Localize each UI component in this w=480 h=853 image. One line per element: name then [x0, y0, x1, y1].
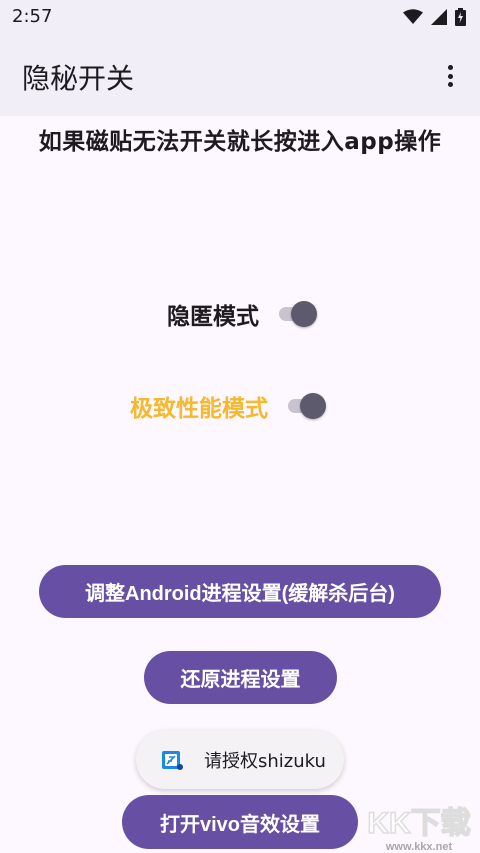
app-title: 隐秘开关: [22, 62, 135, 95]
cellular-signal-icon: [431, 8, 447, 25]
overflow-menu-icon[interactable]: [440, 63, 460, 89]
status-bar: 2:57: [0, 0, 480, 33]
restore-process-button[interactable]: 还原进程设置: [144, 651, 337, 704]
extreme-performance-switch[interactable]: [286, 393, 328, 419]
top-app-bar: 隐秘开关: [0, 33, 480, 116]
stealth-mode-label: 隐匿模式: [167, 304, 259, 330]
toggle-row-extreme-performance: 极致性能模式: [130, 389, 328, 423]
toggle-row-stealth-mode: 隐匿模式: [167, 297, 319, 331]
status-icons: [403, 7, 466, 26]
switch-thumb: [300, 393, 326, 419]
open-vivo-audio-button[interactable]: 打开vivo音效设置: [122, 795, 358, 849]
instruction-headline: 如果磁贴无法开关就长按进入app操作: [38, 129, 442, 155]
adjust-process-button[interactable]: 调整Android进程设置(缓解杀后台): [39, 565, 441, 618]
watermark-url: www.kkx.net: [385, 841, 453, 853]
shizuku-icon: [162, 750, 183, 770]
kk-download-watermark: KK下载 www.kkx.net: [367, 806, 472, 853]
stealth-mode-switch[interactable]: [277, 301, 319, 327]
switch-thumb: [291, 301, 317, 327]
watermark-text: KK下载: [367, 807, 470, 840]
battery-charging-icon: [455, 7, 466, 26]
shizuku-permission-toast[interactable]: 请授权shizuku: [136, 730, 344, 789]
wifi-icon: [403, 8, 423, 24]
status-time: 2:57: [12, 6, 53, 27]
extreme-performance-label: 极致性能模式: [130, 396, 268, 422]
toast-text: 请授权shizuku: [204, 750, 326, 772]
